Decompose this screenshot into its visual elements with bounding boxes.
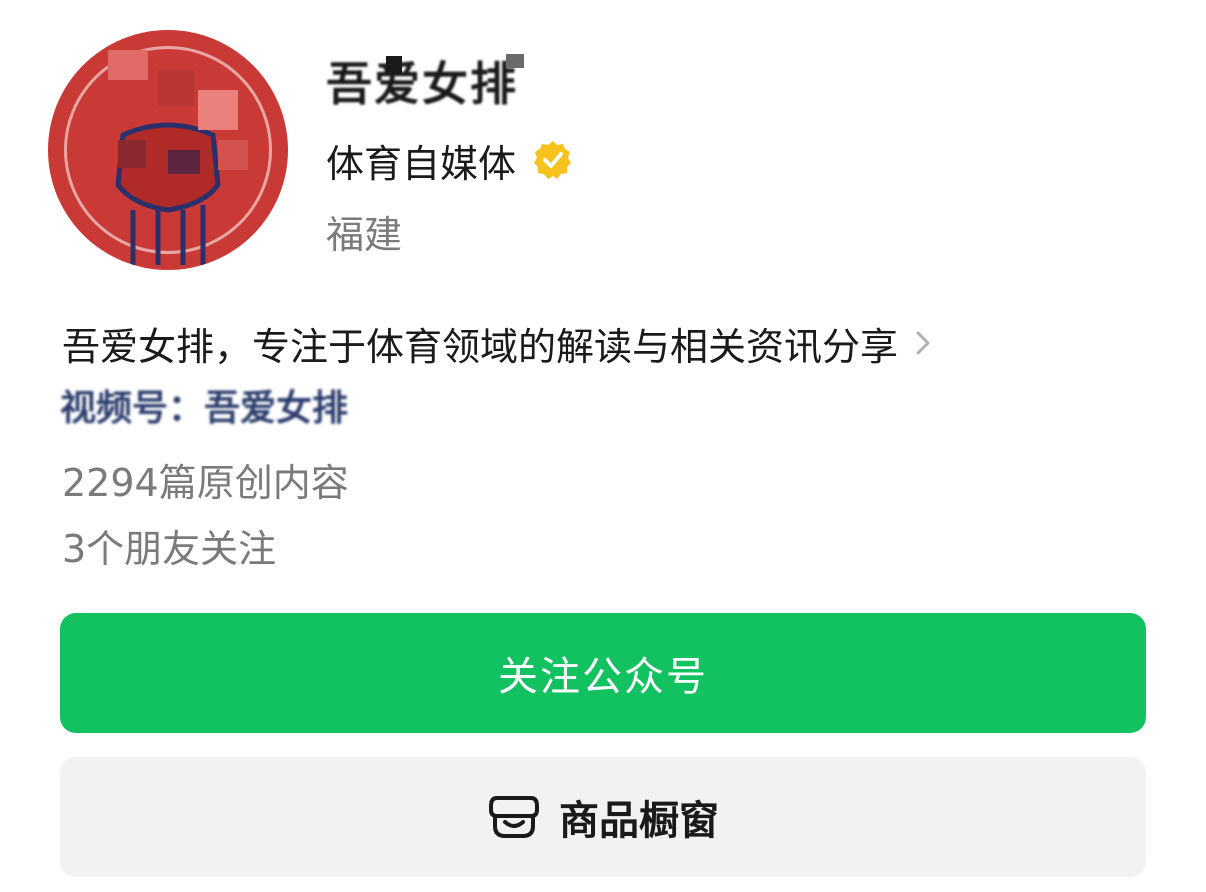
region-label: 福建 — [326, 213, 403, 257]
shop-window-icon — [489, 796, 539, 838]
name-mosaic — [506, 54, 524, 68]
bio-row[interactable]: 吾爱女排，专注于体育领域的解读与相关资讯分享 — [62, 318, 934, 369]
avatar-mosaic — [168, 150, 200, 174]
avatar-mosaic — [158, 70, 194, 106]
avatar-mosaic — [118, 140, 146, 168]
account-name-text: 吾爱女排 — [326, 57, 518, 111]
verification-row: 体育自媒体 — [326, 136, 574, 186]
follow-account-label: 关注公众号 — [498, 654, 708, 700]
follow-account-button[interactable]: 关注公众号 — [60, 613, 1146, 733]
video-channel-link[interactable]: 视频号：吾爱女排 — [60, 382, 349, 429]
raised-fist-icon — [115, 122, 221, 265]
avatar-mosaic — [218, 140, 248, 170]
friends-following-count[interactable]: 3个朋友关注 — [62, 518, 276, 573]
chevron-right-icon — [916, 331, 930, 355]
avatar-mosaic — [198, 90, 238, 130]
verified-badge-icon — [534, 141, 572, 179]
original-articles-count: 2294篇原创内容 — [62, 461, 349, 505]
avatar[interactable] — [48, 30, 288, 270]
verification-label: 体育自媒体 — [326, 141, 517, 186]
avatar-mosaic — [108, 50, 148, 80]
bio-text: 吾爱女排，专注于体育领域的解读与相关资讯分享 — [62, 324, 899, 369]
name-mosaic — [386, 56, 402, 74]
account-name: 吾爱女排 — [326, 50, 524, 112]
shop-window-button[interactable]: 商品橱窗 — [60, 757, 1146, 877]
video-channel-text: 视频号：吾爱女排 — [60, 388, 349, 429]
shop-window-label: 商品橱窗 — [559, 798, 719, 844]
